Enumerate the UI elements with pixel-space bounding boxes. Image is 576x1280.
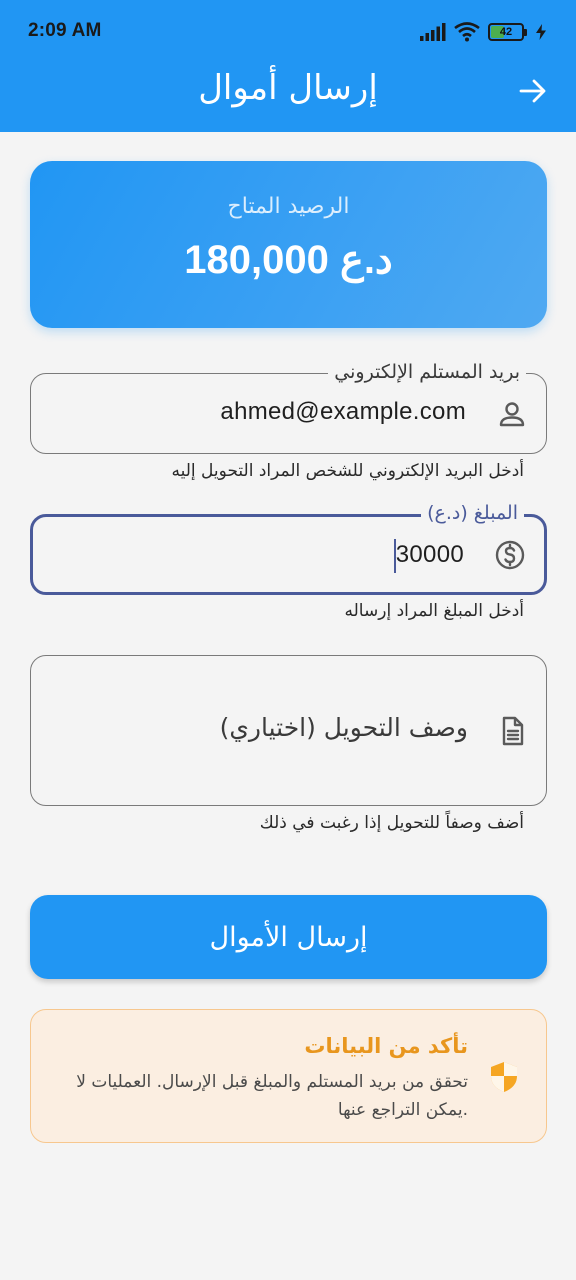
amount-field[interactable]: المبلغ (د.ع) 30000 bbox=[30, 500, 547, 595]
balance-card: الرصيد المتاح 180,000 د.ع bbox=[30, 161, 547, 328]
amount-field-label: المبلغ (د.ع) bbox=[421, 500, 524, 526]
description-placeholder[interactable]: وصف التحويل (اختياري) bbox=[220, 713, 468, 742]
email-field-label: بريد المستلم الإلكتروني bbox=[328, 359, 526, 385]
balance-amount: 180,000 د.ع bbox=[184, 238, 393, 282]
status-icons: 42 bbox=[420, 20, 546, 44]
email-helper-text: أدخل البريد الإلكتروني للشخص المراد التح… bbox=[171, 461, 525, 481]
amount-helper-text: أدخل المبلغ المراد إرساله bbox=[344, 601, 524, 621]
document-icon bbox=[502, 716, 524, 746]
page-title: إرسال أموال bbox=[198, 68, 378, 108]
status-time: 2:09 AM bbox=[28, 20, 102, 41]
shield-icon bbox=[491, 1062, 517, 1092]
status-bar: 2:09 AM 42 bbox=[0, 0, 576, 64]
charging-icon bbox=[536, 24, 546, 40]
email-input-value[interactable]: ahmed@example.com bbox=[220, 398, 466, 426]
email-field[interactable]: بريد المستلم الإلكتروني ahmed@example.co… bbox=[30, 359, 547, 454]
amount-input-value[interactable]: 30000 bbox=[396, 541, 464, 569]
wifi-icon bbox=[454, 22, 480, 42]
send-money-button[interactable]: إرسال الأموال bbox=[30, 895, 547, 979]
warning-card: تأكد من البيانات تحقق من بريد المستلم وا… bbox=[30, 1009, 547, 1143]
arrow-right-icon[interactable] bbox=[518, 76, 548, 106]
warning-text: تحقق من بريد المستلم والمبلغ قبل الإرسال… bbox=[76, 1072, 468, 1120]
description-field[interactable]: وصف التحويل (اختياري) bbox=[30, 655, 547, 806]
battery-icon: 42 bbox=[488, 23, 527, 41]
description-helper-text: أضف وصفاً للتحويل إذا رغبت في ذلك bbox=[259, 813, 524, 833]
balance-label: الرصيد المتاح bbox=[227, 194, 350, 219]
dollar-circle-icon bbox=[495, 540, 525, 570]
person-icon bbox=[499, 402, 525, 427]
battery-level: 42 bbox=[499, 26, 513, 38]
warning-title: تأكد من البيانات bbox=[304, 1034, 468, 1058]
app-bar: 2:09 AM 42 إرسال أموال bbox=[0, 0, 576, 132]
signal-icon bbox=[420, 23, 446, 41]
